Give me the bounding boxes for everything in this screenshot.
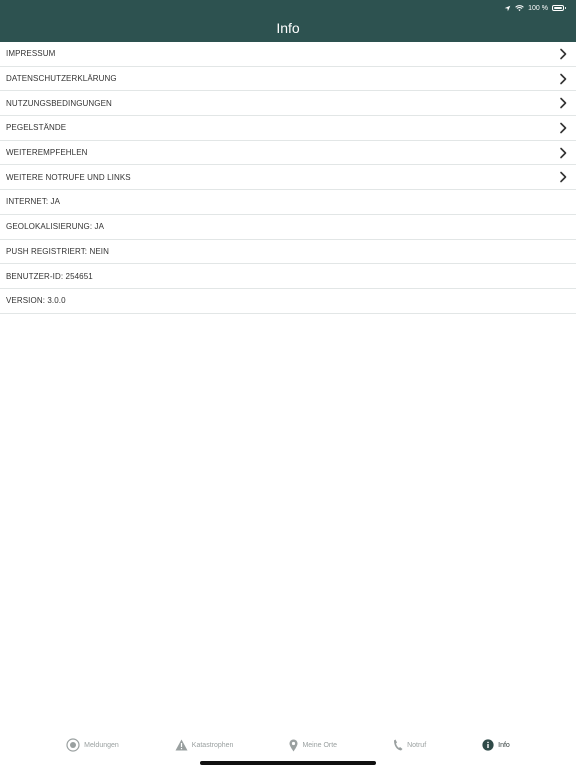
list-item-datenschutz[interactable]: DATENSCHUTZERKLÄRUNG xyxy=(0,67,576,92)
tab-label: Meine Orte xyxy=(302,741,338,749)
list-item-pegelstaende[interactable]: PEGELSTÄNDE xyxy=(0,116,576,141)
battery-percent: 100 % xyxy=(528,4,548,12)
list-item-label: PUSH REGISTRIERT: NEIN xyxy=(6,246,109,256)
alert-circle-icon xyxy=(66,738,80,752)
chevron-right-icon xyxy=(560,48,567,60)
info-list: IMPRESSUM DATENSCHUTZERKLÄRUNG NUTZUNGSB… xyxy=(0,42,576,314)
info-geolokalisierung: GEOLOKALISIERUNG: JA xyxy=(0,215,576,240)
status-bar: 100 % xyxy=(504,3,566,13)
info-benutzer-id: BENUTZER-ID: 254651 xyxy=(0,264,576,289)
chevron-right-icon xyxy=(560,97,567,109)
battery-icon xyxy=(552,5,566,11)
tab-meldungen[interactable]: Meldungen xyxy=(38,733,147,757)
tab-label: Meldungen xyxy=(84,741,119,749)
chevron-right-icon xyxy=(560,73,567,84)
tab-label: Katastrophen xyxy=(191,741,234,749)
list-item-label: WEITEREMPFEHLEN xyxy=(6,148,88,158)
info-version: VERSION: 3.0.0 xyxy=(0,289,576,314)
tab-katastrophen[interactable]: Katastrophen xyxy=(147,733,262,757)
chevron-right-icon xyxy=(560,122,567,134)
list-item-label: VERSION: 3.0.0 xyxy=(6,296,66,306)
warning-triangle-icon xyxy=(175,739,188,751)
info-internet: INTERNET: JA xyxy=(0,190,576,215)
info-push-registriert: PUSH REGISTRIERT: NEIN xyxy=(0,240,576,265)
chevron-right-icon xyxy=(560,147,567,158)
page-title: Info xyxy=(276,20,300,36)
list-item-weitere-notrufe[interactable]: WEITERE NOTRUFE UND LINKS xyxy=(0,165,576,191)
nav-header: 100 % Info xyxy=(0,0,576,42)
location-arrow-icon xyxy=(504,5,511,11)
list-item-label: PEGELSTÄNDE xyxy=(6,123,67,133)
tab-meine-orte[interactable]: Meine Orte xyxy=(261,733,365,757)
list-item-label: INTERNET: JA xyxy=(6,197,61,207)
list-item-nutzungsbedingungen[interactable]: NUTZUNGSBEDINGUNGEN xyxy=(0,91,576,117)
location-pin-icon xyxy=(289,739,298,751)
tab-label: Info xyxy=(498,741,510,749)
list-item-weiterempfehlen[interactable]: WEITEREMPFEHLEN xyxy=(0,141,576,166)
list-item-label: GEOLOKALISIERUNG: JA xyxy=(6,222,105,232)
tab-info[interactable]: Info xyxy=(454,733,538,757)
info-icon xyxy=(482,739,494,751)
phone-icon xyxy=(394,739,403,751)
tab-label: Notruf xyxy=(407,741,427,749)
tab-notruf[interactable]: Notruf xyxy=(365,733,454,757)
list-item-label: NUTZUNGSBEDINGUNGEN xyxy=(6,98,112,108)
home-indicator xyxy=(200,761,376,765)
list-item-impressum[interactable]: IMPRESSUM xyxy=(0,42,576,67)
wifi-icon xyxy=(515,4,524,11)
list-item-label: BENUTZER-ID: 254651 xyxy=(6,271,93,281)
list-item-label: DATENSCHUTZERKLÄRUNG xyxy=(6,74,117,84)
list-item-label: WEITERE NOTRUFE UND LINKS xyxy=(6,172,131,182)
chevron-right-icon xyxy=(560,171,567,183)
list-item-label: IMPRESSUM xyxy=(6,49,56,59)
